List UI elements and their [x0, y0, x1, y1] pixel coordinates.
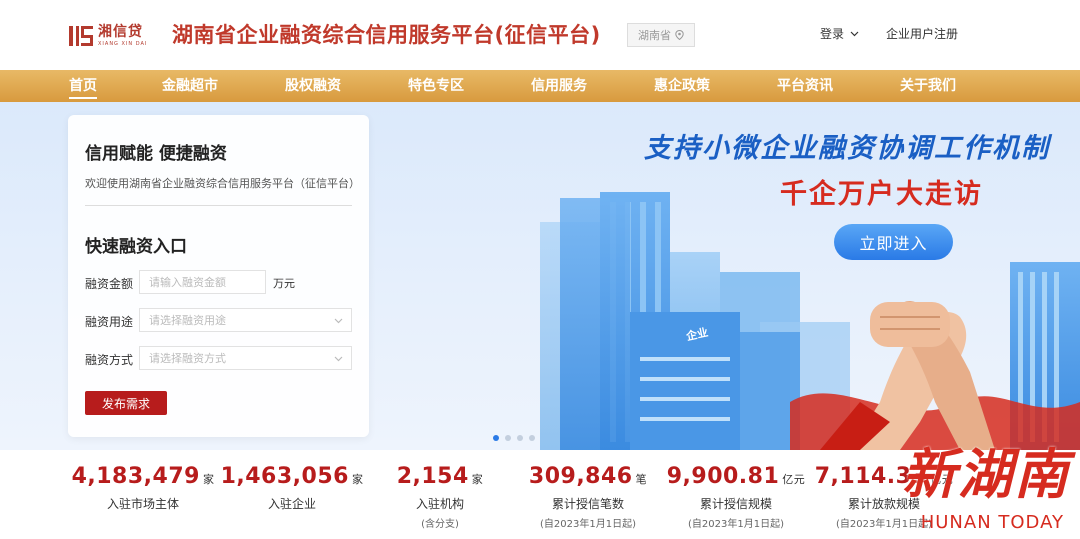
nav-item-home[interactable]: 首页: [69, 70, 97, 102]
amount-label: 融资金额: [85, 277, 134, 291]
carousel-dots: [493, 435, 535, 441]
card-divider: [85, 205, 352, 206]
stat-label: 入驻机构: [415, 497, 464, 511]
nav-item-news[interactable]: 平台资讯: [777, 70, 833, 102]
chevron-down-icon: [334, 318, 343, 324]
hunan-today-watermark: 新湖南 HUNAN TODAY: [902, 430, 1080, 539]
method-placeholder: 请选择融资方式: [149, 352, 226, 365]
watermark-cn: 新湖南: [902, 443, 1070, 506]
nav-item-policy[interactable]: 惠企政策: [654, 70, 710, 102]
carousel-dot-3[interactable]: [517, 435, 523, 441]
stat-note: (含分支): [421, 519, 459, 530]
stat-value: 1,463,056: [220, 464, 349, 489]
stat-label: 入驻市场主体: [106, 497, 179, 511]
nav-item-credit-service[interactable]: 信用服务: [531, 70, 587, 102]
purpose-placeholder: 请选择融资用途: [149, 314, 226, 327]
stat-value: 4,183,479: [71, 464, 200, 489]
purpose-label: 融资用途: [85, 315, 134, 329]
carousel-dot-1[interactable]: [493, 435, 499, 441]
stat-unit: 家: [351, 473, 364, 486]
region-selector[interactable]: 湖南省: [627, 23, 695, 47]
register-link[interactable]: 企业用户注册: [886, 25, 958, 42]
method-label: 融资方式: [85, 353, 134, 367]
stat-label: 入驻企业: [267, 497, 316, 511]
main-nav: 首页 金融超市 股权融资 特色专区 信用服务 惠企政策 平台资讯 关于我们: [0, 70, 1080, 102]
stat-unit: 家: [202, 473, 215, 486]
site-logo[interactable]: 湘信贷 XIANG XIN DAI: [68, 22, 156, 50]
banner-slogan-main: 支持小微企业融资协调工作机制: [644, 133, 1050, 164]
method-select[interactable]: 请选择融资方式: [139, 346, 352, 370]
nav-item-equity-financing[interactable]: 股权融资: [285, 70, 341, 102]
watermark-en: HUNAN TODAY: [920, 512, 1064, 533]
nav-item-finance-market[interactable]: 金融超市: [162, 70, 218, 102]
stat-unit: 家: [471, 473, 484, 486]
chevron-down-icon: [334, 356, 343, 362]
region-label: 湖南省: [638, 29, 671, 42]
carousel-dot-4[interactable]: [529, 435, 535, 441]
amount-placeholder: 请输入融资金额: [149, 276, 226, 289]
stat-value: 9,900.81: [666, 464, 780, 489]
stat-value: 2,154: [396, 464, 469, 489]
card-title: 信用赋能 便捷融资: [85, 144, 227, 164]
stat-note: (自2023年1月1日起): [688, 519, 784, 530]
site-header: 湘信贷 XIANG XIN DAI 湖南省企业融资综合信用服务平台(征信平台) …: [0, 0, 1080, 70]
logo-mark-icon: [69, 26, 93, 46]
carousel-dot-2[interactable]: [505, 435, 511, 441]
amount-unit: 万元: [273, 277, 295, 290]
stat-value: 309,846: [528, 464, 633, 489]
stat-label: 累计授信笔数: [551, 497, 624, 511]
purpose-select[interactable]: 请选择融资用途: [139, 308, 352, 332]
enter-now-button[interactable]: 立即进入: [834, 224, 953, 260]
stat-item: 4,183,479 家 入驻市场主体: [68, 464, 218, 512]
amount-input[interactable]: 请输入融资金额: [139, 270, 266, 294]
stat-item: 2,154 家 入驻机构 (含分支): [365, 464, 515, 530]
site-title: 湖南省企业融资综合信用服务平台(征信平台): [172, 23, 601, 47]
publish-demand-button[interactable]: 发布需求: [85, 391, 167, 415]
stat-unit: 亿元: [782, 473, 806, 486]
quick-entry-title: 快速融资入口: [85, 237, 187, 257]
logo-text-en: XIANG XIN DAI: [98, 41, 148, 47]
chevron-down-icon: [850, 31, 859, 36]
nav-item-about[interactable]: 关于我们: [900, 70, 956, 102]
banner-slogan-sub: 千企万户大走访: [780, 179, 983, 210]
stat-item: 309,846 笔 累计授信笔数 (自2023年1月1日起): [513, 464, 663, 530]
stat-note: (自2023年1月1日起): [540, 519, 636, 530]
stat-item: 9,900.81 亿元 累计授信规模 (自2023年1月1日起): [661, 464, 811, 530]
location-pin-icon: [675, 30, 684, 40]
logo-text-cn: 湘信贷: [98, 24, 143, 40]
nav-item-special-zone[interactable]: 特色专区: [408, 70, 464, 102]
login-menu[interactable]: 登录: [820, 25, 859, 42]
stat-unit: 笔: [635, 473, 648, 486]
login-label: 登录: [820, 27, 845, 41]
stat-item: 1,463,056 家 入驻企业: [217, 464, 367, 512]
card-welcome-text: 欢迎使用湖南省企业融资综合信用服务平台（征信平台）: [85, 177, 360, 190]
quick-financing-card: 信用赋能 便捷融资 欢迎使用湖南省企业融资综合信用服务平台（征信平台） 快速融资…: [68, 115, 369, 437]
stat-label: 累计授信规模: [699, 497, 772, 511]
